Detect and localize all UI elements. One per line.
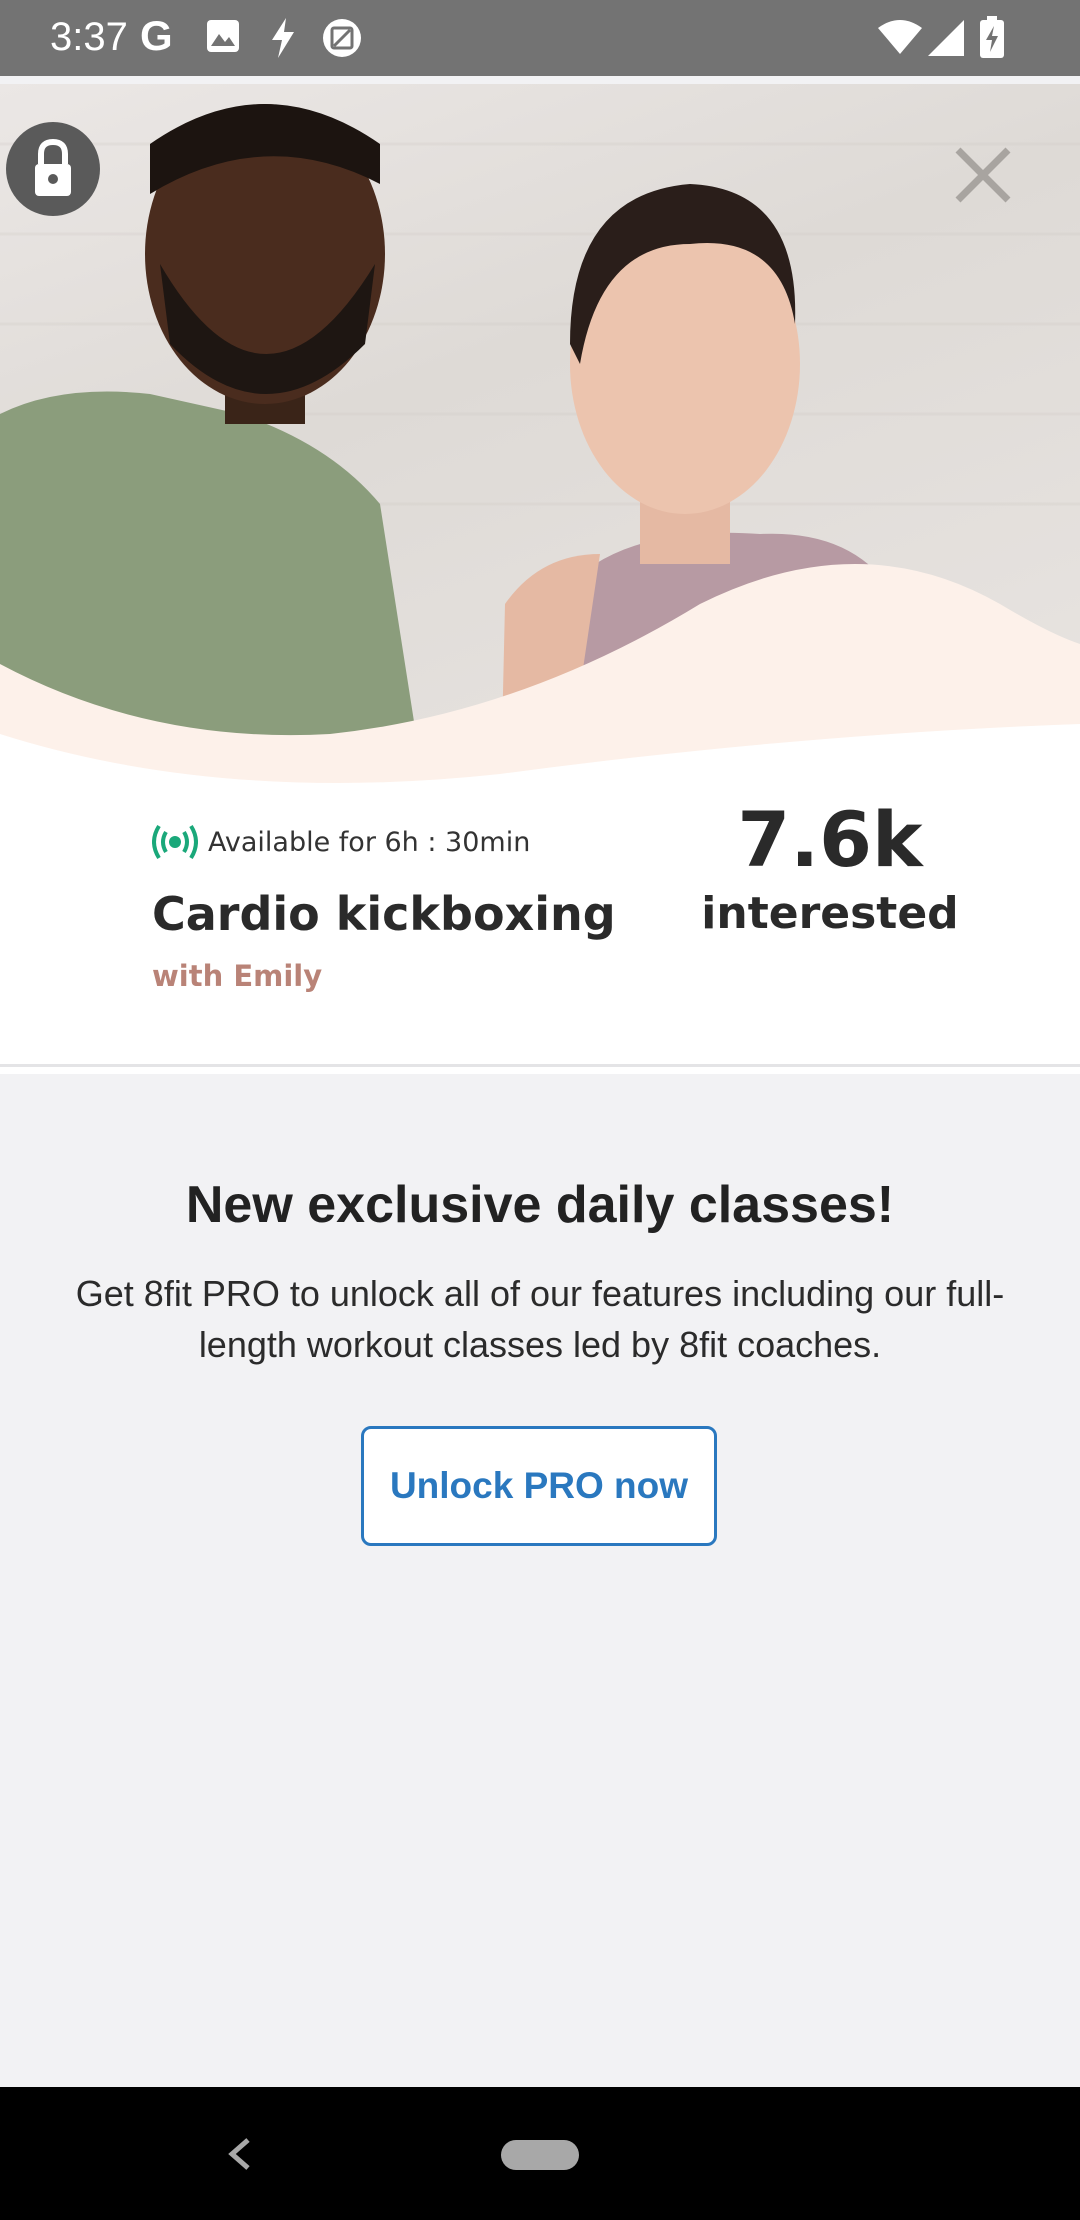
unlock-pro-button[interactable]: Unlock PRO now bbox=[361, 1426, 717, 1546]
close-button[interactable] bbox=[948, 140, 1018, 210]
availability-text: Available for 6h : 30min bbox=[208, 827, 531, 858]
image-icon bbox=[207, 20, 239, 52]
coaches-photo bbox=[0, 104, 1080, 824]
battery-charging-icon bbox=[980, 16, 1004, 58]
class-title: Cardio kickboxing bbox=[152, 887, 616, 941]
close-icon bbox=[955, 147, 1011, 203]
home-pill-icon[interactable] bbox=[501, 2140, 579, 2170]
screenshot-icon bbox=[323, 19, 361, 57]
live-broadcast-icon bbox=[152, 824, 198, 860]
lock-button bbox=[6, 122, 100, 216]
promo-description: Get 8fit PRO to unlock all of our featur… bbox=[75, 1273, 1005, 1365]
google-icon: G bbox=[140, 12, 173, 59]
interested-label: interested bbox=[701, 888, 959, 939]
signal-icon bbox=[928, 20, 964, 56]
back-icon[interactable] bbox=[222, 2134, 258, 2174]
interested-count: 7.6k bbox=[737, 795, 923, 884]
flash-icon bbox=[272, 18, 294, 58]
coach-name: with Emily bbox=[152, 959, 323, 993]
status-time: 3:37 bbox=[50, 15, 128, 59]
hero-image bbox=[0, 84, 1080, 824]
card-gap bbox=[0, 1074, 1080, 1084]
status-bar: 3:37 G bbox=[0, 0, 1080, 76]
promo-title: New exclusive daily classes! bbox=[185, 1176, 895, 1234]
lock-icon bbox=[35, 138, 71, 196]
wifi-icon bbox=[878, 20, 922, 54]
